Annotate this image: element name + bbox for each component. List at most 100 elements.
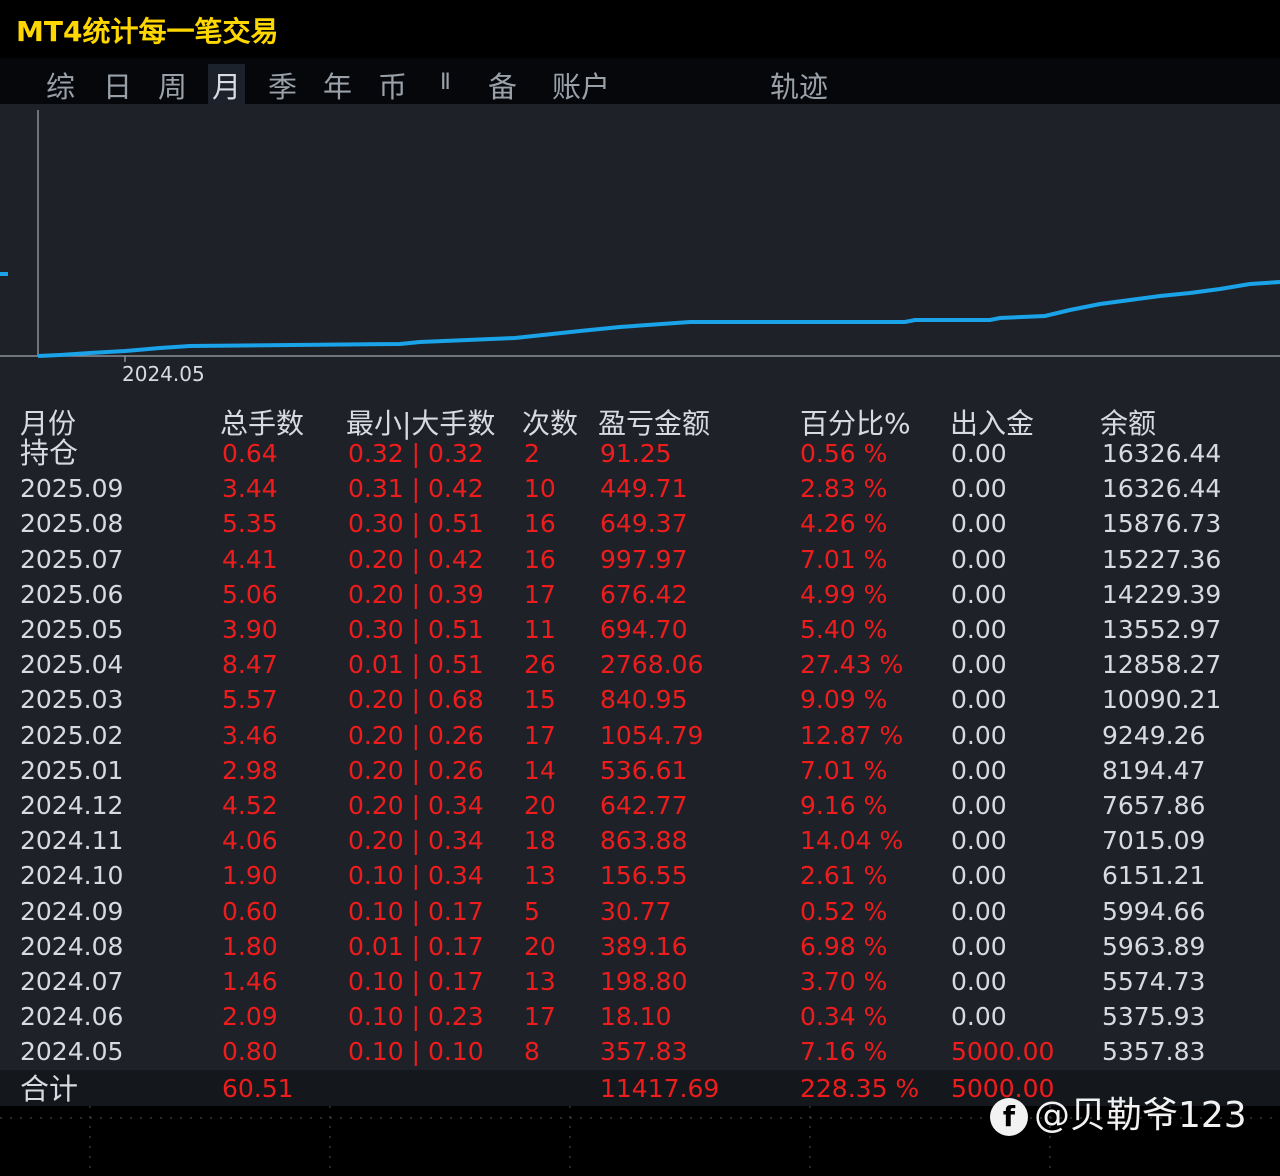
cell-balance: 5963.89 — [1102, 931, 1206, 961]
cell-profit: 449.71 — [600, 474, 688, 504]
cell-month: 持仓 — [20, 436, 79, 470]
cell-percent: 0.52 % — [800, 896, 888, 926]
table-row[interactable]: 2024.10 1.90 0.10 | 0.34 13 156.55 2.61 % 0.00… — [0, 858, 1280, 893]
cell-month: 2024.08 — [20, 931, 124, 961]
table-row[interactable]: 2025.07 4.41 0.20 | 0.42 16 997.97 7.01 % 0.00… — [0, 542, 1280, 577]
table-row[interactable]: 2024.11 4.06 0.20 | 0.34 18 863.88 14.04 % 0.0… — [0, 823, 1280, 858]
tab-summary[interactable]: 综 — [46, 64, 75, 106]
cell-count: 16 — [524, 544, 556, 574]
cell-deposit: 0.00 — [951, 439, 1007, 468]
cell-min-max-lots: 0.10 | 0.17 — [348, 896, 484, 926]
cell-min-max-lots: 0.10 | 0.17 — [348, 967, 484, 996]
cell-count: 10 — [524, 474, 556, 504]
cell-percent: 2.83 % — [800, 474, 888, 504]
table-row[interactable]: 2025.01 2.98 0.20 | 0.26 14 536.61 7.01 % 0.00… — [0, 753, 1280, 788]
cell-min-max-lots: 0.20 | 0.34 — [348, 826, 484, 856]
total-label: 合计 — [20, 1072, 79, 1106]
cell-min-max-lots: 0.30 | 0.51 — [348, 615, 484, 644]
cell-deposit: 0.00 — [951, 685, 1007, 715]
cell-balance: 7015.09 — [1102, 826, 1206, 856]
total-percent: 228.35 % — [800, 1074, 920, 1103]
table-row[interactable]: 2024.07 1.46 0.10 | 0.17 13 198.80 3.70 % 0.00… — [0, 964, 1280, 999]
table-row[interactable]: 2025.06 5.06 0.20 | 0.39 17 676.42 4.99 % 0.00… — [0, 577, 1280, 612]
cell-percent: 0.56 % — [800, 439, 888, 468]
tab-account[interactable]: 账户 — [552, 64, 610, 106]
cell-month: 2024.06 — [20, 1002, 124, 1032]
cell-count: 17 — [524, 579, 556, 609]
tab-week[interactable]: 周 — [158, 64, 187, 106]
cell-month: 2024.07 — [20, 967, 124, 996]
tab-quarter[interactable]: 季 — [268, 64, 297, 106]
watermark-text: @贝勒爷123 — [1034, 1095, 1247, 1136]
cell-percent: 6.98 % — [800, 931, 888, 961]
cell-total-lots: 2.09 — [222, 1002, 278, 1032]
cell-balance: 13552.97 — [1102, 615, 1222, 644]
cell-month: 2025.09 — [20, 474, 124, 504]
cell-month: 2025.01 — [20, 755, 124, 785]
cell-min-max-lots: 0.20 | 0.26 — [348, 720, 484, 750]
brand-logo-icon: f — [990, 1098, 1028, 1136]
table-row[interactable]: 2024.09 0.60 0.10 | 0.17 5 30.77 0.52 % 0.00 59… — [0, 894, 1280, 929]
table-row[interactable]: 2025.02 3.46 0.20 | 0.26 17 1054.79 12.87 % 0.… — [0, 718, 1280, 753]
table-row[interactable]: 2025.05 3.90 0.30 | 0.51 11 694.70 5.40 % 0.00… — [0, 612, 1280, 647]
cell-percent: 2.61 % — [800, 861, 888, 891]
cell-profit: 2768.06 — [600, 650, 704, 680]
table-row[interactable]: 2025.09 3.44 0.31 | 0.42 10 449.71 2.83 % 0.00… — [0, 471, 1280, 506]
cell-balance: 5574.73 — [1102, 967, 1206, 996]
cell-month: 2024.12 — [20, 791, 124, 820]
cell-percent: 14.04 % — [800, 826, 904, 856]
cell-count: 15 — [524, 685, 556, 715]
cell-deposit: 5000.00 — [951, 1037, 1055, 1067]
cell-count: 18 — [524, 826, 556, 856]
table-row[interactable]: 2025.08 5.35 0.30 | 0.51 16 649.37 4.26 % 0.00… — [0, 506, 1280, 541]
cell-total-lots: 1.90 — [222, 861, 278, 891]
cell-min-max-lots: 0.20 | 0.26 — [348, 755, 484, 785]
table-row[interactable]: 2025.04 8.47 0.01 | 0.51 26 2768.06 27.43 % 0.… — [0, 647, 1280, 682]
tab-currency[interactable]: 币 — [378, 64, 407, 106]
table-row[interactable]: 2025.03 5.57 0.20 | 0.68 15 840.95 9.09 % 0.00… — [0, 682, 1280, 717]
cell-balance: 8194.47 — [1102, 755, 1206, 785]
cell-total-lots: 8.47 — [222, 650, 278, 680]
table-row[interactable]: 2024.06 2.09 0.10 | 0.23 17 18.10 0.34 % 0.00 5… — [0, 999, 1280, 1034]
cell-deposit: 0.00 — [951, 509, 1007, 539]
cell-total-lots: 0.60 — [222, 896, 278, 926]
total-lots: 60.51 — [222, 1074, 294, 1103]
cell-count: 13 — [524, 861, 556, 891]
cell-total-lots: 0.64 — [222, 439, 278, 468]
cell-month: 2025.07 — [20, 544, 124, 574]
cell-total-lots: 1.80 — [222, 931, 278, 961]
tab-day[interactable]: 日 — [103, 64, 132, 106]
cell-total-lots: 1.46 — [222, 967, 278, 996]
cell-month: 2025.02 — [20, 720, 124, 750]
cell-total-lots: 5.35 — [222, 509, 278, 539]
cell-total-lots: 3.90 — [222, 615, 278, 644]
chart-x-tick-label: 2024.05 — [122, 362, 205, 386]
cell-month: 2025.04 — [20, 650, 124, 680]
cell-deposit: 0.00 — [951, 931, 1007, 961]
cell-deposit: 0.00 — [951, 650, 1007, 680]
cell-balance: 5994.66 — [1102, 896, 1206, 926]
equity-series-line — [37, 280, 1280, 358]
cell-percent: 4.26 % — [800, 509, 888, 539]
cell-min-max-lots: 0.01 | 0.51 — [348, 650, 484, 680]
cell-deposit: 0.00 — [951, 826, 1007, 856]
cell-month: 2024.10 — [20, 861, 124, 891]
table-row[interactable]: 2024.08 1.80 0.01 | 0.17 20 389.16 6.98 % 0.00… — [0, 929, 1280, 964]
cell-count: 2 — [524, 439, 540, 468]
tab-year[interactable]: 年 — [323, 64, 352, 106]
cell-profit: 536.61 — [600, 755, 688, 785]
tab-month[interactable]: 月 — [208, 64, 246, 106]
cell-percent: 7.01 % — [800, 544, 888, 574]
cell-balance: 15227.36 — [1102, 544, 1222, 574]
cell-percent: 5.40 % — [800, 615, 888, 644]
table-row[interactable]: 持仓 0.64 0.32 | 0.32 2 91.25 0.56 % 0.00 16326.4… — [0, 436, 1280, 471]
cell-min-max-lots: 0.30 | 0.51 — [348, 509, 484, 539]
equity-chart: 2024.05 — [0, 110, 1280, 386]
table-row[interactable]: 2024.05 0.80 0.10 | 0.10 8 357.83 7.16 % 5000.… — [0, 1034, 1280, 1069]
cell-total-lots: 4.52 — [222, 791, 278, 820]
tab-ii[interactable]: Ⅱ — [440, 70, 451, 95]
cell-profit: 676.42 — [600, 579, 688, 609]
tab-notes[interactable]: 备 — [488, 64, 517, 106]
table-row[interactable]: 2024.12 4.52 0.20 | 0.34 20 642.77 9.16 % 0.00… — [0, 788, 1280, 823]
tab-track[interactable]: 轨迹 — [770, 64, 828, 106]
